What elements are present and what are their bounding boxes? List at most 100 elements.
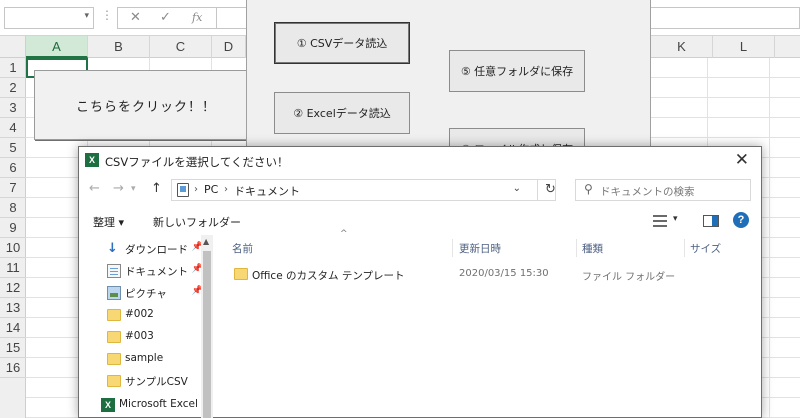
download-icon: ↓ [107,241,118,256]
column-type-header[interactable]: 種類 [582,241,603,256]
nav-pane-scrollbar[interactable]: ▲ [201,235,213,418]
organize-menu[interactable]: 整理 ▾ [93,214,124,230]
back-arrow-icon[interactable]: ← [89,181,100,196]
scroll-up-icon[interactable]: ▲ [203,237,209,246]
row-header[interactable]: 16 [0,358,26,378]
nav-item-downloads[interactable]: ↓ ダウンロード 📌 [103,239,209,259]
excel-load-button[interactable]: ② Excelデータ読込 [274,92,410,134]
row-header[interactable]: 14 [0,318,26,338]
preview-pane-icon[interactable] [703,215,719,227]
nav-item-label: #002 [125,308,154,320]
file-name: Office のカスタム テンプレート [252,270,405,282]
row-header[interactable]: 3 [0,98,26,118]
excel-icon: X [101,398,115,412]
breadcrumb-documents[interactable]: ドキュメント [234,183,300,199]
search-box[interactable]: ⚲ ドキュメントの検索 [575,179,751,201]
navigation-pane: ↓ ダウンロード 📌 ドキュメント 📌 ピクチャ 📌 #002 #003 sam… [79,235,213,418]
column-date-header[interactable]: 更新日時 [459,241,501,256]
breadcrumb-separator-icon[interactable]: › [194,184,198,195]
help-icon[interactable]: ? [733,212,749,228]
column-divider[interactable] [684,239,685,257]
column-size-header[interactable]: サイズ [690,241,721,256]
row-header[interactable]: 2 [0,78,26,98]
nav-item-label: ピクチャ [125,288,167,300]
click-here-button[interactable]: こちらをクリック！！ [34,70,258,140]
dialog-title-bar[interactable]: X CSVファイルを選択してください！ ✕ [79,147,761,175]
row-header[interactable]: 10 [0,238,26,258]
row-header[interactable]: 5 [0,138,26,158]
dialog-title: CSVファイルを選択してください！ [105,155,289,169]
enter-icon[interactable]: ✓ [160,10,171,25]
nav-item-label: サンプルCSV [125,376,188,388]
column-header-l[interactable]: L [713,36,775,58]
row-header[interactable]: 9 [0,218,26,238]
nav-item-sample-csv[interactable]: サンプルCSV [103,371,209,391]
breadcrumb-pc[interactable]: PC [204,183,218,196]
select-all-corner[interactable] [0,36,26,58]
row-header[interactable]: 11 [0,258,26,278]
refresh-icon[interactable]: ↻ [537,179,563,201]
folder-icon [107,331,121,343]
nav-item-003[interactable]: #003 [103,327,209,347]
nav-item-pictures[interactable]: ピクチャ 📌 [103,283,209,303]
nav-item-microsoft-excel[interactable]: X Microsoft Excel [97,395,203,415]
folder-icon [107,375,121,387]
column-header-d[interactable]: D [212,36,246,58]
row-header[interactable]: 1 [0,58,26,78]
nav-item-002[interactable]: #002 [103,305,209,325]
file-open-dialog: X CSVファイルを選択してください！ ✕ ← → ▾ ↑ › PC › ドキュ… [78,146,762,418]
more-icon: ⋮ [101,8,113,22]
chevron-down-icon[interactable]: ⌄ [513,183,521,194]
nav-item-sample[interactable]: sample [103,349,209,369]
sort-up-icon: ^ [340,229,348,239]
search-icon: ⚲ [584,182,593,196]
column-header-b[interactable]: B [88,36,150,58]
column-name-header[interactable]: 名前 [232,241,253,256]
search-placeholder: ドキュメントの検索 [600,186,695,198]
row-header[interactable]: 15 [0,338,26,358]
document-icon [107,264,121,278]
chevron-down-icon[interactable]: ▾ [673,214,678,224]
column-header-k[interactable]: K [651,36,713,58]
folder-icon [107,353,121,365]
new-folder-button[interactable]: 新しいフォルダー [153,214,241,230]
breadcrumb-separator-icon[interactable]: › [224,184,228,195]
forward-arrow-icon[interactable]: → [113,181,124,196]
up-arrow-icon[interactable]: ↑ [151,181,162,196]
row-header[interactable]: 4 [0,118,26,138]
file-date: 2020/03/15 15:30 [459,268,549,279]
folder-icon [107,309,121,321]
view-options-icon[interactable] [653,215,667,227]
close-icon[interactable]: ✕ [735,150,749,170]
column-header-c[interactable]: C [150,36,212,58]
nav-item-documents[interactable]: ドキュメント 📌 [103,261,209,281]
file-row[interactable]: Office のカスタム テンプレート 2020/03/15 15:30 ファイ… [224,263,759,285]
chevron-down-icon[interactable]: ▾ [84,11,89,21]
nav-item-label: Microsoft Excel [119,398,198,410]
column-header-a[interactable]: A [26,36,88,58]
column-divider[interactable] [452,239,453,257]
dialog-toolbar: 整理 ▾ 新しいフォルダー ▾ ? [79,209,761,233]
save-to-folder-button[interactable]: ⑤ 任意フォルダに保存 [449,50,585,92]
navigation-bar: ← → ▾ ↑ › PC › ドキュメント ⌄ ↻ ⚲ ドキュメントの検索 [79,175,761,205]
row-header[interactable]: 12 [0,278,26,298]
row-headers: 1 2 3 4 5 6 7 8 9 10 11 12 13 14 15 16 [0,58,26,418]
row-header[interactable]: 13 [0,298,26,318]
fx-icon[interactable]: fx [192,11,202,24]
row-header[interactable]: 8 [0,198,26,218]
scrollbar-thumb[interactable] [203,251,211,418]
cancel-icon[interactable]: ✕ [130,10,141,25]
row-header[interactable]: 6 [0,158,26,178]
excel-icon: X [85,153,99,167]
csv-load-button[interactable]: ① CSVデータ読込 [274,22,410,64]
nav-item-label: sample [125,352,164,364]
recent-chevron-icon[interactable]: ▾ [131,184,136,194]
column-divider[interactable] [576,239,577,257]
nav-item-label: ダウンロード [125,244,188,256]
row-header[interactable]: 7 [0,178,26,198]
picture-icon [107,286,121,300]
nav-item-label: ドキュメント [125,266,188,278]
name-box[interactable]: ▾ [4,7,94,29]
userform-window: ① CSVデータ読込 ② Excelデータ読込 ⑤ 任意フォルダに保存 ③ ファ… [246,0,651,170]
address-bar[interactable]: › PC › ドキュメント ⌄ [171,179,556,201]
